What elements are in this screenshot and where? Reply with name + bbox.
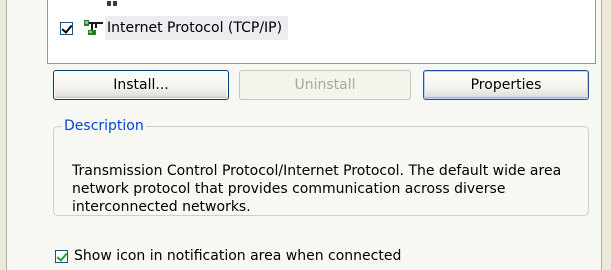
description-legend: Description xyxy=(64,118,144,134)
checkmark-icon xyxy=(61,21,73,34)
connection-properties-panel: Internet Protocol (TCP/IP) Install... Un… xyxy=(6,0,602,270)
description-text: Transmission Control Protocol/Internet P… xyxy=(72,163,562,215)
show-icon-label[interactable]: Show icon in notification area when conn… xyxy=(74,248,401,264)
network-protocol-icon xyxy=(84,20,103,35)
protocol-label: Internet Protocol (TCP/IP) xyxy=(105,16,289,40)
install-button[interactable]: Install... xyxy=(53,70,229,100)
partial-item-icon xyxy=(107,1,117,6)
properties-button[interactable]: Properties xyxy=(423,70,589,100)
list-item[interactable]: Internet Protocol (TCP/IP) xyxy=(60,16,289,40)
checkmark-icon xyxy=(56,249,68,262)
components-list[interactable]: Internet Protocol (TCP/IP) xyxy=(47,0,596,64)
uninstall-button[interactable]: Uninstall xyxy=(239,70,411,100)
show-icon-checkbox[interactable] xyxy=(55,249,68,263)
notification-option[interactable]: Show icon in notification area when conn… xyxy=(55,246,401,266)
description-group: Description Transmission Control Protoco… xyxy=(53,118,589,216)
protocol-checkbox[interactable] xyxy=(60,21,73,35)
